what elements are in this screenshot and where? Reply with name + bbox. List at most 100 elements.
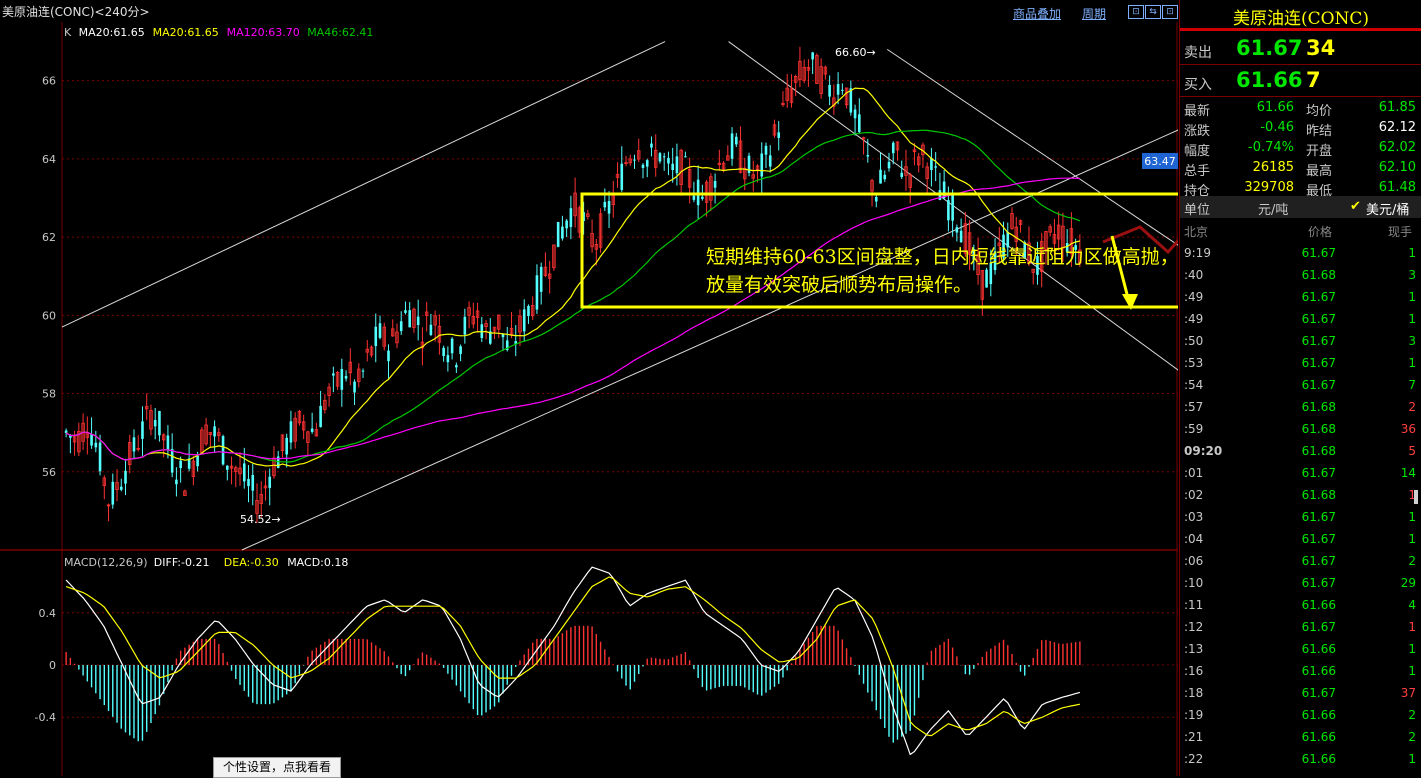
candle-body [887,161,891,169]
tick-volume: 14 [1400,466,1416,480]
tick-row: :57 61.68 2 [1180,396,1421,418]
candle-body [603,201,607,208]
stat-row: 总手 26185 最高 62.10 [1180,158,1421,179]
tick-time: :53 [1184,356,1204,370]
ma-legend-item: MA20:61.65 [79,26,145,39]
candle-body [764,145,768,155]
tick-row: :40 61.68 3 [1180,264,1421,286]
tick-price: 61.68 [1301,488,1336,502]
y-tick-label: 66 [42,75,56,88]
header-price: 价格 [1308,225,1333,239]
check-icon: ✔ [1350,199,1361,214]
candle-body [985,269,988,288]
candle-body [404,310,407,313]
candle-body [522,309,526,332]
tick-time: :01 [1184,466,1204,480]
tick-time: :12 [1184,620,1204,634]
restore-icon[interactable]: ⊡ [1128,5,1144,19]
candle-body [692,195,696,200]
swap-icon[interactable]: ⇆ [1145,5,1161,19]
stat-label: 最新 [1184,104,1211,119]
stat-label: 总手 [1184,164,1211,179]
ticks-header: 北京 价格 现手 [1180,220,1421,240]
candle-body [641,164,645,168]
tick-volume: 2 [1408,400,1416,414]
bid-price: 61.66 [1236,68,1303,92]
tick-row: :06 61.67 2 [1180,550,1421,572]
tick-row: :21 61.66 2 [1180,726,1421,748]
chart-area[interactable]: 56 58 60 62 64 66 -0.4 0 0.4 66.60→ 54.52→ 63.47 短期… [0,22,1178,776]
tick-price: 61.67 [1301,576,1336,590]
candle-body [450,338,454,354]
tick-row: :19 61.66 2 [1180,704,1421,726]
annotation-line-2: 放量有效突破后顺势布局操作。 [706,274,972,296]
tick-time: :11 [1184,598,1204,612]
tick-price: 61.66 [1301,752,1336,766]
candle-body [196,455,199,467]
candle-body [853,109,857,119]
tick-time: :10 [1184,576,1204,590]
candle-body [561,226,564,239]
tick-price: 61.68 [1301,422,1336,436]
stat-value-2: 62.12 [1378,120,1416,135]
tick-time: :22 [1184,752,1204,766]
tick-row: :49 61.67 1 [1180,308,1421,330]
tick-volume: 2 [1408,554,1416,568]
tick-price: 61.66 [1301,642,1336,656]
unit-cny-option[interactable]: 元/吨 [1258,199,1288,218]
unit-usd-option[interactable]: 美元/桶 [1366,199,1409,218]
tick-volume: 1 [1408,290,1416,304]
personal-settings-tooltip[interactable]: 个性设置，点我看看 [213,757,341,778]
candle-body [942,181,946,199]
candle-body [111,481,115,505]
period-link[interactable]: 周期 [1082,5,1106,22]
macd-y-tick-label: 0 [49,659,56,672]
chart-svg[interactable]: 56 58 60 62 64 66 -0.4 0 0.4 66.60→ 54.52→ 63.47 短期… [0,22,1178,776]
scroll-thumb[interactable] [1414,490,1418,504]
candle-body [768,155,772,167]
tick-price: 61.67 [1301,356,1336,370]
y-tick-label: 58 [42,388,56,401]
tick-row: :12 61.67 1 [1180,616,1421,638]
chart-toolbar: 美原油连(CONC)<240分> 商品叠加 周期 ⊡ ⇆ ⊡ [0,0,1178,23]
stat-label-2: 开盘 [1306,144,1333,159]
ma-legend-item: MA120:63.70 [227,26,300,39]
macd-y-tick-label: -0.4 [35,711,56,724]
tick-volume: 1 [1408,664,1416,678]
tick-row: :53 61.67 1 [1180,352,1421,374]
ask-volume: 34 [1306,36,1336,60]
stat-row: 持仓 329708 最低 61.48 [1180,178,1421,199]
tick-price: 61.66 [1301,664,1336,678]
tick-time: :06 [1184,554,1204,568]
candle-body [535,275,539,310]
candle-body [408,310,411,328]
tick-volume: 1 [1408,752,1416,766]
candle-body [650,143,653,148]
overlay-link[interactable]: 商品叠加 [1013,5,1061,22]
candle-body [874,196,878,202]
tick-time: :40 [1184,268,1204,282]
candle-body [310,428,314,432]
tick-volume: 3 [1408,268,1416,282]
tick-volume: 1 [1408,620,1416,634]
candle-body [667,157,670,164]
candle-body [226,465,229,470]
y-tick-label: 56 [42,466,56,479]
tick-time: 09:20 [1184,444,1223,458]
candle-body [94,442,98,448]
candle-body [811,52,814,60]
stat-value: -0.74% [1248,140,1294,155]
candle-body [684,156,687,158]
candle-body [934,166,937,168]
tick-time: :16 [1184,664,1204,678]
candle-body [735,136,738,145]
maximize-icon[interactable]: ⊡ [1162,5,1178,19]
tick-row: 09:20 61.68 5 [1180,440,1421,462]
candle-body [179,460,182,468]
tick-volume: 1 [1408,642,1416,656]
tick-time: :49 [1184,290,1204,304]
tick-volume: 2 [1408,708,1416,722]
tick-price: 61.67 [1301,532,1336,546]
ma-legend-item: MA20:61.65 [153,26,219,39]
candle-body [900,172,904,177]
